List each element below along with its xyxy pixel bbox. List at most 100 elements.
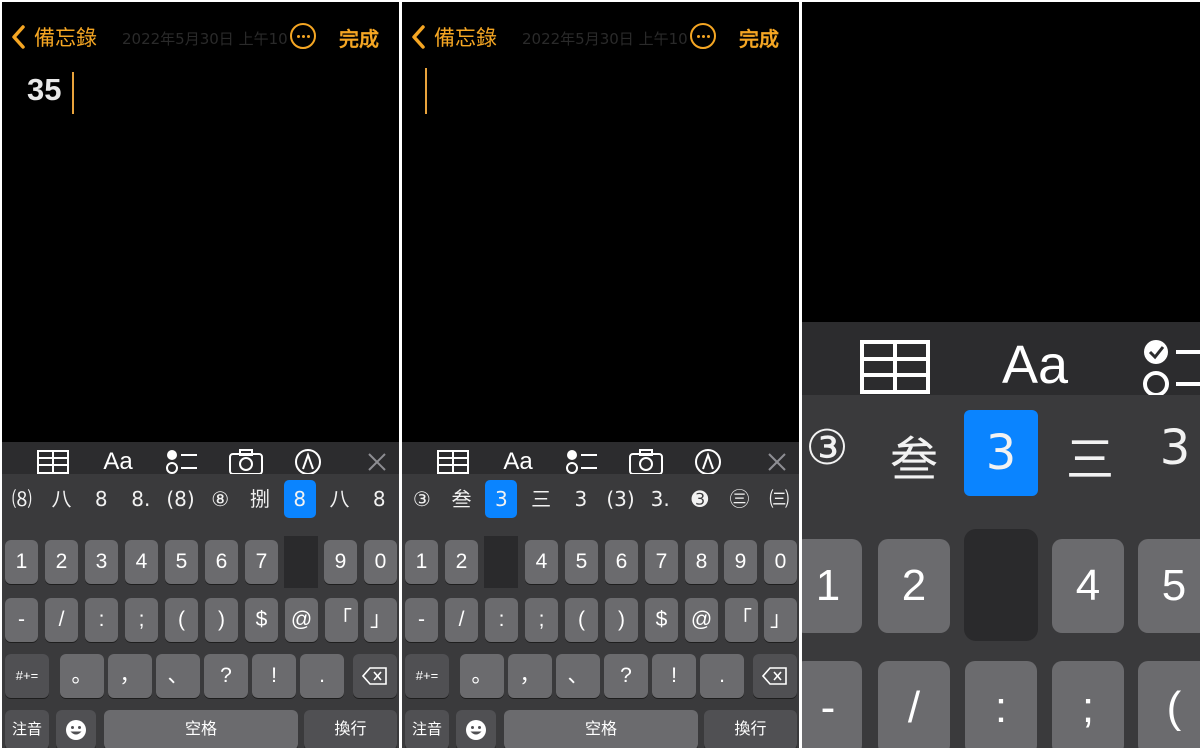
key-comma-cjk[interactable]: ， [508,654,552,698]
key-semicolon[interactable]: ; [525,598,558,642]
checklist-icon[interactable] [165,448,199,476]
language-key[interactable]: 注音 [5,710,49,748]
key-1[interactable]: 1 [5,540,38,584]
key-5[interactable]: 5 [1138,539,1200,633]
key-4[interactable]: 4 [125,540,158,584]
key-comma-cjk[interactable]: ， [108,654,152,698]
table-icon[interactable] [436,448,470,476]
symbols-mode-key[interactable]: #+= [405,654,449,698]
key-at[interactable]: @ [685,598,718,642]
key-4[interactable]: 4 [1052,539,1124,633]
note-body[interactable]: 35 [27,72,61,108]
back-button[interactable]: 備忘錄 [410,22,497,52]
key-period[interactable]: . [300,654,344,698]
text-format-button[interactable]: Aa [100,448,136,476]
candidate-selected[interactable]: 3 [485,480,518,518]
candidate[interactable]: 8 [81,480,121,518]
checklist-icon[interactable] [1142,338,1200,402]
candidate[interactable]: 叁 [442,480,482,518]
key-1[interactable]: 1 [802,539,862,633]
key-slash[interactable]: / [445,598,478,642]
key-9[interactable]: 9 [724,540,757,584]
key-6[interactable]: 6 [605,540,638,584]
text-format-button[interactable]: Aa [500,448,536,476]
candidate[interactable]: 叁 [884,420,944,490]
language-key[interactable]: 注音 [405,710,449,748]
candidate[interactable]: ㈢ [759,480,799,518]
close-icon[interactable] [365,448,389,476]
space-key[interactable]: 空格 [504,710,698,748]
backspace-key[interactable] [353,654,397,698]
key-close-paren[interactable]: ) [205,598,238,642]
key-open-bracket[interactable]: 「 [725,598,758,642]
key-3[interactable]: 3 [85,540,118,584]
candidate[interactable]: ③ [402,480,442,518]
key-7[interactable]: 7 [245,540,278,584]
candidate[interactable]: ㊂ [720,480,760,518]
candidate[interactable]: 八 [320,480,360,518]
key-question[interactable]: ? [604,654,648,698]
key-4[interactable]: 4 [525,540,558,584]
key-period-cjk[interactable]: 。 [460,654,504,698]
key-colon[interactable]: : [485,598,518,642]
candidate[interactable]: ⑻八 [2,480,42,549]
key-question[interactable]: ? [204,654,248,698]
key-close-bracket[interactable]: 」 [364,598,397,642]
key-dollar[interactable]: $ [245,598,278,642]
key-colon[interactable]: : [965,661,1037,748]
key-2[interactable]: 2 [45,540,78,584]
key-enum-comma[interactable]: 、 [556,654,600,698]
candidate[interactable]: 3. [640,480,680,518]
key-8[interactable]: 8 [685,540,718,584]
key-semicolon[interactable]: ; [125,598,158,642]
candidate[interactable]: 八 [42,480,82,518]
emoji-key[interactable] [56,710,96,748]
emoji-key[interactable] [456,710,496,748]
done-button[interactable]: 完成 [739,23,779,52]
key-1[interactable]: 1 [405,540,438,584]
key-open-paren[interactable]: ( [1138,661,1200,748]
key-7[interactable]: 7 [645,540,678,584]
key-open-paren[interactable]: ( [165,598,198,642]
candidate[interactable]: (3) [601,480,641,518]
more-options-button[interactable] [290,23,316,49]
close-icon[interactable] [765,448,789,476]
symbols-mode-key[interactable]: #+= [5,654,49,698]
candidate[interactable]: 8. [121,480,161,518]
candidate[interactable]: ➌ [680,480,720,518]
candidate[interactable]: (8) [161,480,201,518]
done-button[interactable]: 完成 [339,23,379,52]
markup-pen-icon[interactable] [693,448,723,476]
key-colon[interactable]: : [85,598,118,642]
candidate[interactable]: 捌 [240,480,280,518]
key-2[interactable]: 2 [445,540,478,584]
checklist-icon[interactable] [565,448,599,476]
key-open-paren[interactable]: ( [565,598,598,642]
space-key[interactable]: 空格 [104,710,298,748]
key-dash[interactable]: - [5,598,38,642]
key-semicolon[interactable]: ; [1052,661,1124,748]
key-enum-comma[interactable]: 、 [156,654,200,698]
camera-icon[interactable] [628,448,664,476]
key-5[interactable]: 5 [565,540,598,584]
return-key[interactable]: 換行 [304,710,397,748]
key-dollar[interactable]: $ [645,598,678,642]
key-0[interactable]: 0 [764,540,797,584]
return-key[interactable]: 換行 [704,710,797,748]
key-0[interactable]: 0 [364,540,397,584]
key-6[interactable]: 6 [205,540,238,584]
key-at[interactable]: @ [285,598,318,642]
candidate[interactable]: ⑧ [200,480,240,518]
markup-pen-icon[interactable] [293,448,323,476]
key-9[interactable]: 9 [324,540,357,584]
back-button[interactable]: 備忘錄 [10,22,97,52]
key-dash[interactable]: - [405,598,438,642]
key-2[interactable]: 2 [878,539,950,633]
key-5[interactable]: 5 [165,540,198,584]
more-options-button[interactable] [690,23,716,49]
key-exclamation[interactable]: ! [252,654,296,698]
key-close-bracket[interactable]: 」 [764,598,797,642]
candidate[interactable]: 三 [521,480,561,518]
table-icon[interactable] [36,448,70,476]
key-period[interactable]: . [700,654,744,698]
